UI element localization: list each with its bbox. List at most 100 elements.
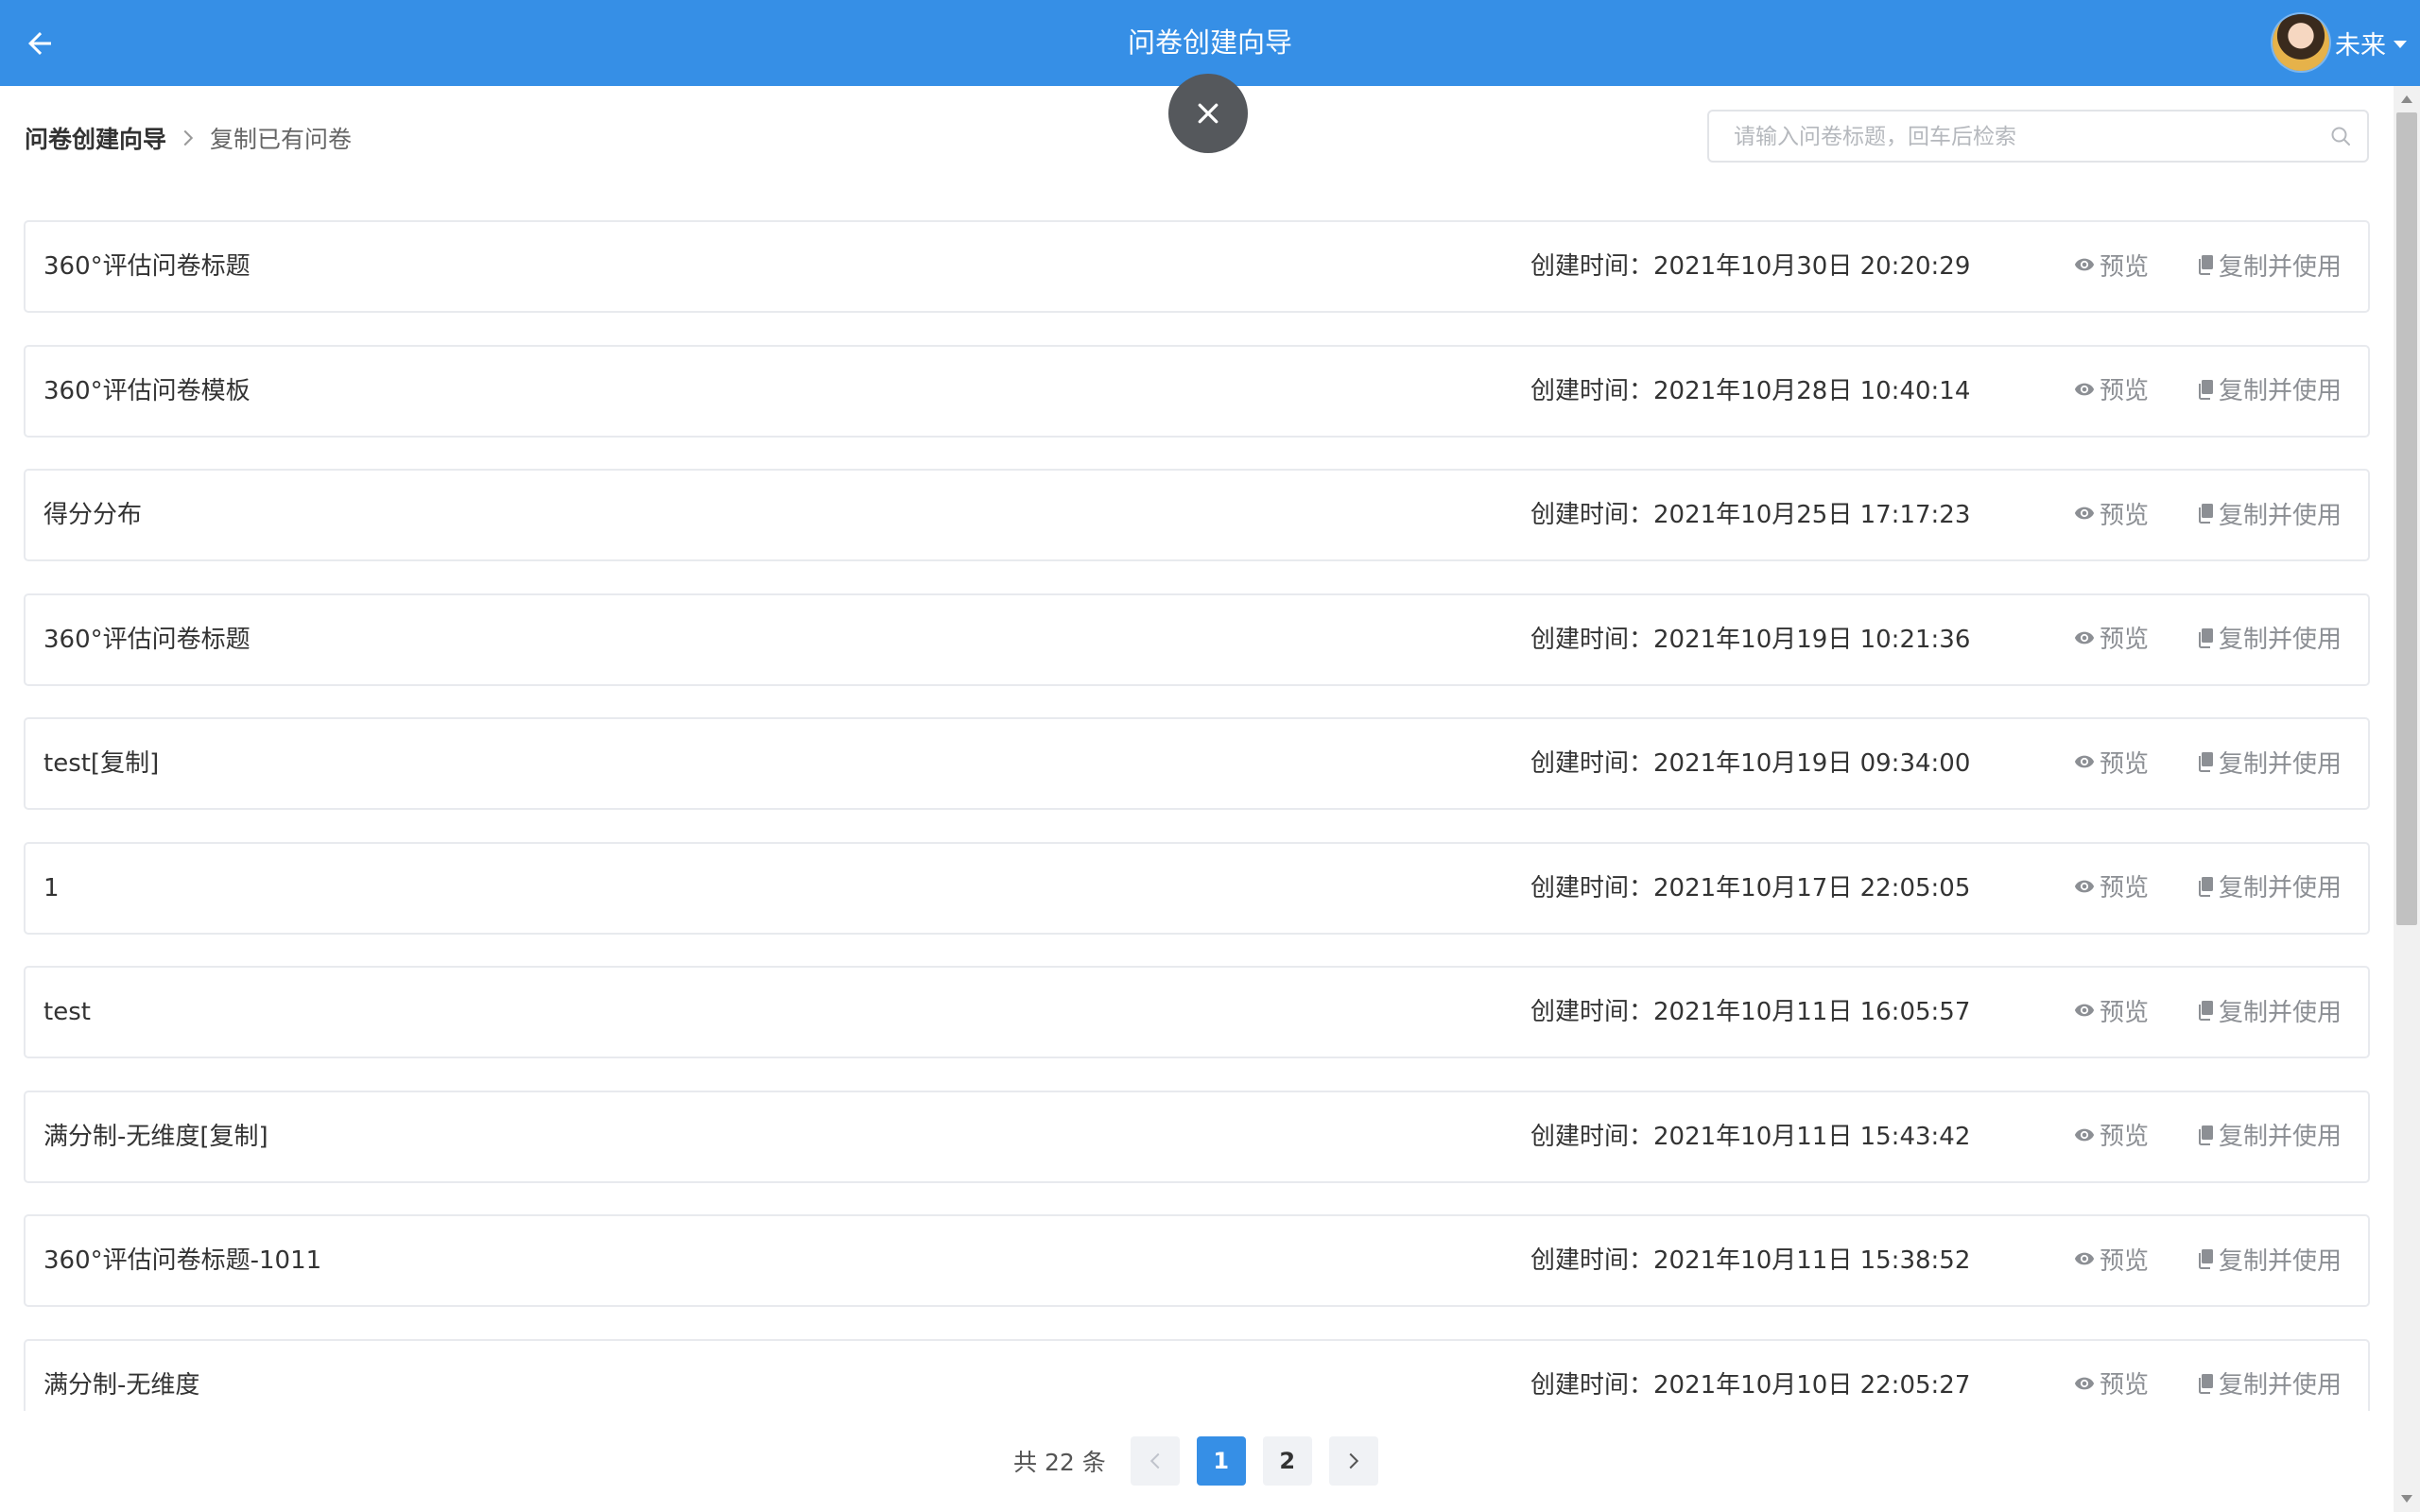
user-name: 未来	[2335, 30, 2386, 60]
eye-icon	[2074, 1252, 2095, 1265]
list-item[interactable]: test 创建时间：2021年10月11日 16:05:57 预览 复制并使用	[24, 966, 2370, 1058]
next-page-button[interactable]	[1328, 1436, 1378, 1486]
preview-button[interactable]: 预览	[2074, 746, 2149, 779]
scroll-down-button[interactable]	[2394, 1486, 2420, 1512]
preview-button[interactable]: 预览	[2074, 497, 2150, 530]
survey-title: test[复制]	[43, 749, 160, 778]
survey-title: 满分制-无维度[复制]	[43, 1122, 268, 1151]
preview-label: 预览	[2100, 252, 2150, 282]
list-item[interactable]: 360°评估问卷标题 创建时间：2021年10月19日 10:21:36 预览 复制并…	[24, 593, 2370, 686]
preview-button[interactable]: 预览	[2074, 1243, 2149, 1276]
list-item[interactable]: 360°评估问卷标题 创建时间：2021年10月30日 20:20:29 预览 复制并…	[24, 220, 2370, 313]
list-item[interactable]: 满分制-无维度 创建时间：2021年10月10日 22:05:27 预览 复制并使用	[24, 1338, 2370, 1411]
copy-and-use-button[interactable]: 复制并使用	[2197, 1367, 2342, 1400]
copy-icon	[2199, 1125, 2213, 1145]
search-box	[1707, 110, 2369, 163]
page-button-1[interactable]: 1	[1196, 1436, 1246, 1486]
copy-icon	[2199, 876, 2213, 897]
preview-label: 预览	[2100, 1123, 2150, 1151]
preview-label: 预览	[2100, 501, 2150, 530]
eye-icon	[2074, 631, 2095, 644]
survey-title: 满分制-无维度	[43, 1370, 200, 1400]
prev-page-button[interactable]	[1130, 1436, 1180, 1486]
survey-title: 360°评估问卷模板	[43, 376, 251, 405]
pagination: 共 22 条 1 2	[1013, 1436, 1395, 1486]
copy-and-use-button[interactable]: 复制并使用	[2197, 1243, 2342, 1276]
survey-created-time: 创建时间：2021年10月17日 22:05:05	[1530, 873, 1971, 902]
survey-title: 360°评估问卷标题	[43, 625, 251, 654]
page-button-2[interactable]: 2	[1262, 1436, 1312, 1486]
chevron-right-icon	[1349, 1452, 1358, 1469]
preview-label: 预览	[2100, 998, 2150, 1027]
user-menu[interactable]: 未来	[2273, 13, 2407, 72]
close-icon	[1198, 103, 1219, 124]
survey-created-time: 创建时间：2021年10月19日 10:21:36	[1530, 625, 1971, 654]
eye-icon	[2074, 507, 2095, 520]
preview-button[interactable]: 预览	[2074, 1367, 2149, 1400]
triangle-up-icon	[2401, 95, 2412, 103]
survey-created-time: 创建时间：2021年10月19日 09:34:00	[1530, 749, 1971, 778]
list-item[interactable]: test[复制] 创建时间：2021年10月19日 09:34:00 预览 复制并使用	[24, 717, 2370, 810]
eye-icon	[2074, 383, 2095, 395]
eye-icon	[2074, 1128, 2095, 1141]
survey-created-time: 创建时间：2021年10月11日 16:05:57	[1530, 998, 1971, 1026]
copy-and-use-label: 复制并使用	[2219, 1123, 2342, 1151]
copy-and-use-button[interactable]: 复制并使用	[2197, 870, 2342, 902]
list-item[interactable]: 得分分布 创建时间：2021年10月25日 17:17:23 预览 复制并使用	[24, 469, 2370, 561]
caret-down-icon	[2394, 40, 2407, 48]
copy-and-use-button[interactable]: 复制并使用	[2197, 249, 2342, 282]
copy-and-use-label: 复制并使用	[2219, 501, 2342, 530]
search-input[interactable]	[1709, 112, 2303, 163]
copy-and-use-button[interactable]: 复制并使用	[2197, 497, 2342, 530]
chevron-right-icon	[182, 129, 195, 147]
preview-button[interactable]: 预览	[2074, 622, 2149, 654]
list-item[interactable]: 1 创建时间：2021年10月17日 22:05:05 预览 复制并使用	[24, 841, 2370, 935]
preview-button[interactable]: 预览	[2074, 249, 2150, 282]
avatar	[2273, 14, 2329, 71]
triangle-down-icon	[2401, 1495, 2412, 1503]
copy-and-use-button[interactable]: 复制并使用	[2197, 622, 2342, 654]
copy-and-use-button[interactable]: 复制并使用	[2197, 1119, 2342, 1151]
copy-and-use-button[interactable]: 复制并使用	[2197, 373, 2342, 405]
scroll-thumb[interactable]	[2396, 112, 2417, 925]
copy-icon	[2199, 1249, 2213, 1269]
survey-created-time: 创建时间：2021年10月11日 15:43:42	[1530, 1122, 1971, 1151]
survey-title: 360°评估问卷标题-1011	[43, 1246, 322, 1275]
copy-icon	[2199, 627, 2213, 648]
survey-created-time: 创建时间：2021年10月10日 22:05:27	[1530, 1370, 1971, 1400]
preview-button[interactable]: 预览	[2074, 1119, 2149, 1151]
preview-button[interactable]: 预览	[2074, 994, 2150, 1027]
copy-and-use-button[interactable]: 复制并使用	[2197, 994, 2342, 1027]
copy-and-use-label: 复制并使用	[2219, 626, 2342, 654]
copy-and-use-label: 复制并使用	[2219, 252, 2342, 282]
breadcrumb: 问卷创建向导 复制已有问卷	[25, 121, 352, 155]
preview-button[interactable]: 预览	[2074, 870, 2149, 902]
list-item[interactable]: 满分制-无维度[复制] 创建时间：2021年10月11日 15:43:42 预览 复制…	[24, 1090, 2370, 1183]
search-icon[interactable]	[2329, 125, 2352, 147]
close-button[interactable]	[1168, 74, 1248, 153]
copy-and-use-label: 复制并使用	[2219, 377, 2342, 405]
copy-and-use-label: 复制并使用	[2219, 749, 2342, 779]
copy-icon	[2199, 379, 2213, 400]
list-item[interactable]: 360°评估问卷标题-1011 创建时间：2021年10月11日 15:38:52…	[24, 1214, 2370, 1307]
eye-icon	[2074, 880, 2095, 892]
copy-and-use-label: 复制并使用	[2219, 1246, 2342, 1276]
pagination-total: 共 22 条	[1013, 1449, 1106, 1476]
scroll-up-button[interactable]	[2394, 86, 2420, 112]
breadcrumb-current: 复制已有问卷	[210, 126, 353, 153]
list-item[interactable]: 360°评估问卷模板 创建时间：2021年10月28日 10:40:14 预览 复制并…	[24, 344, 2370, 438]
breadcrumb-root[interactable]: 问卷创建向导	[25, 121, 166, 155]
copy-icon	[2199, 1001, 2213, 1021]
survey-title: test	[43, 998, 91, 1026]
copy-icon	[2199, 504, 2213, 524]
copy-and-use-label: 复制并使用	[2219, 998, 2342, 1027]
survey-title: 360°评估问卷标题	[43, 252, 251, 281]
survey-created-time: 创建时间：2021年10月30日 20:20:29	[1530, 252, 1971, 281]
preview-label: 预览	[2100, 874, 2150, 902]
preview-button[interactable]: 预览	[2074, 373, 2149, 405]
scrollbar[interactable]	[2394, 86, 2420, 1512]
copy-and-use-button[interactable]: 复制并使用	[2197, 746, 2342, 779]
copy-icon	[2199, 1373, 2213, 1394]
survey-list: 360°评估问卷标题 创建时间：2021年10月30日 20:20:29 预览 复制并…	[24, 220, 2370, 1411]
eye-icon	[2074, 1377, 2095, 1389]
